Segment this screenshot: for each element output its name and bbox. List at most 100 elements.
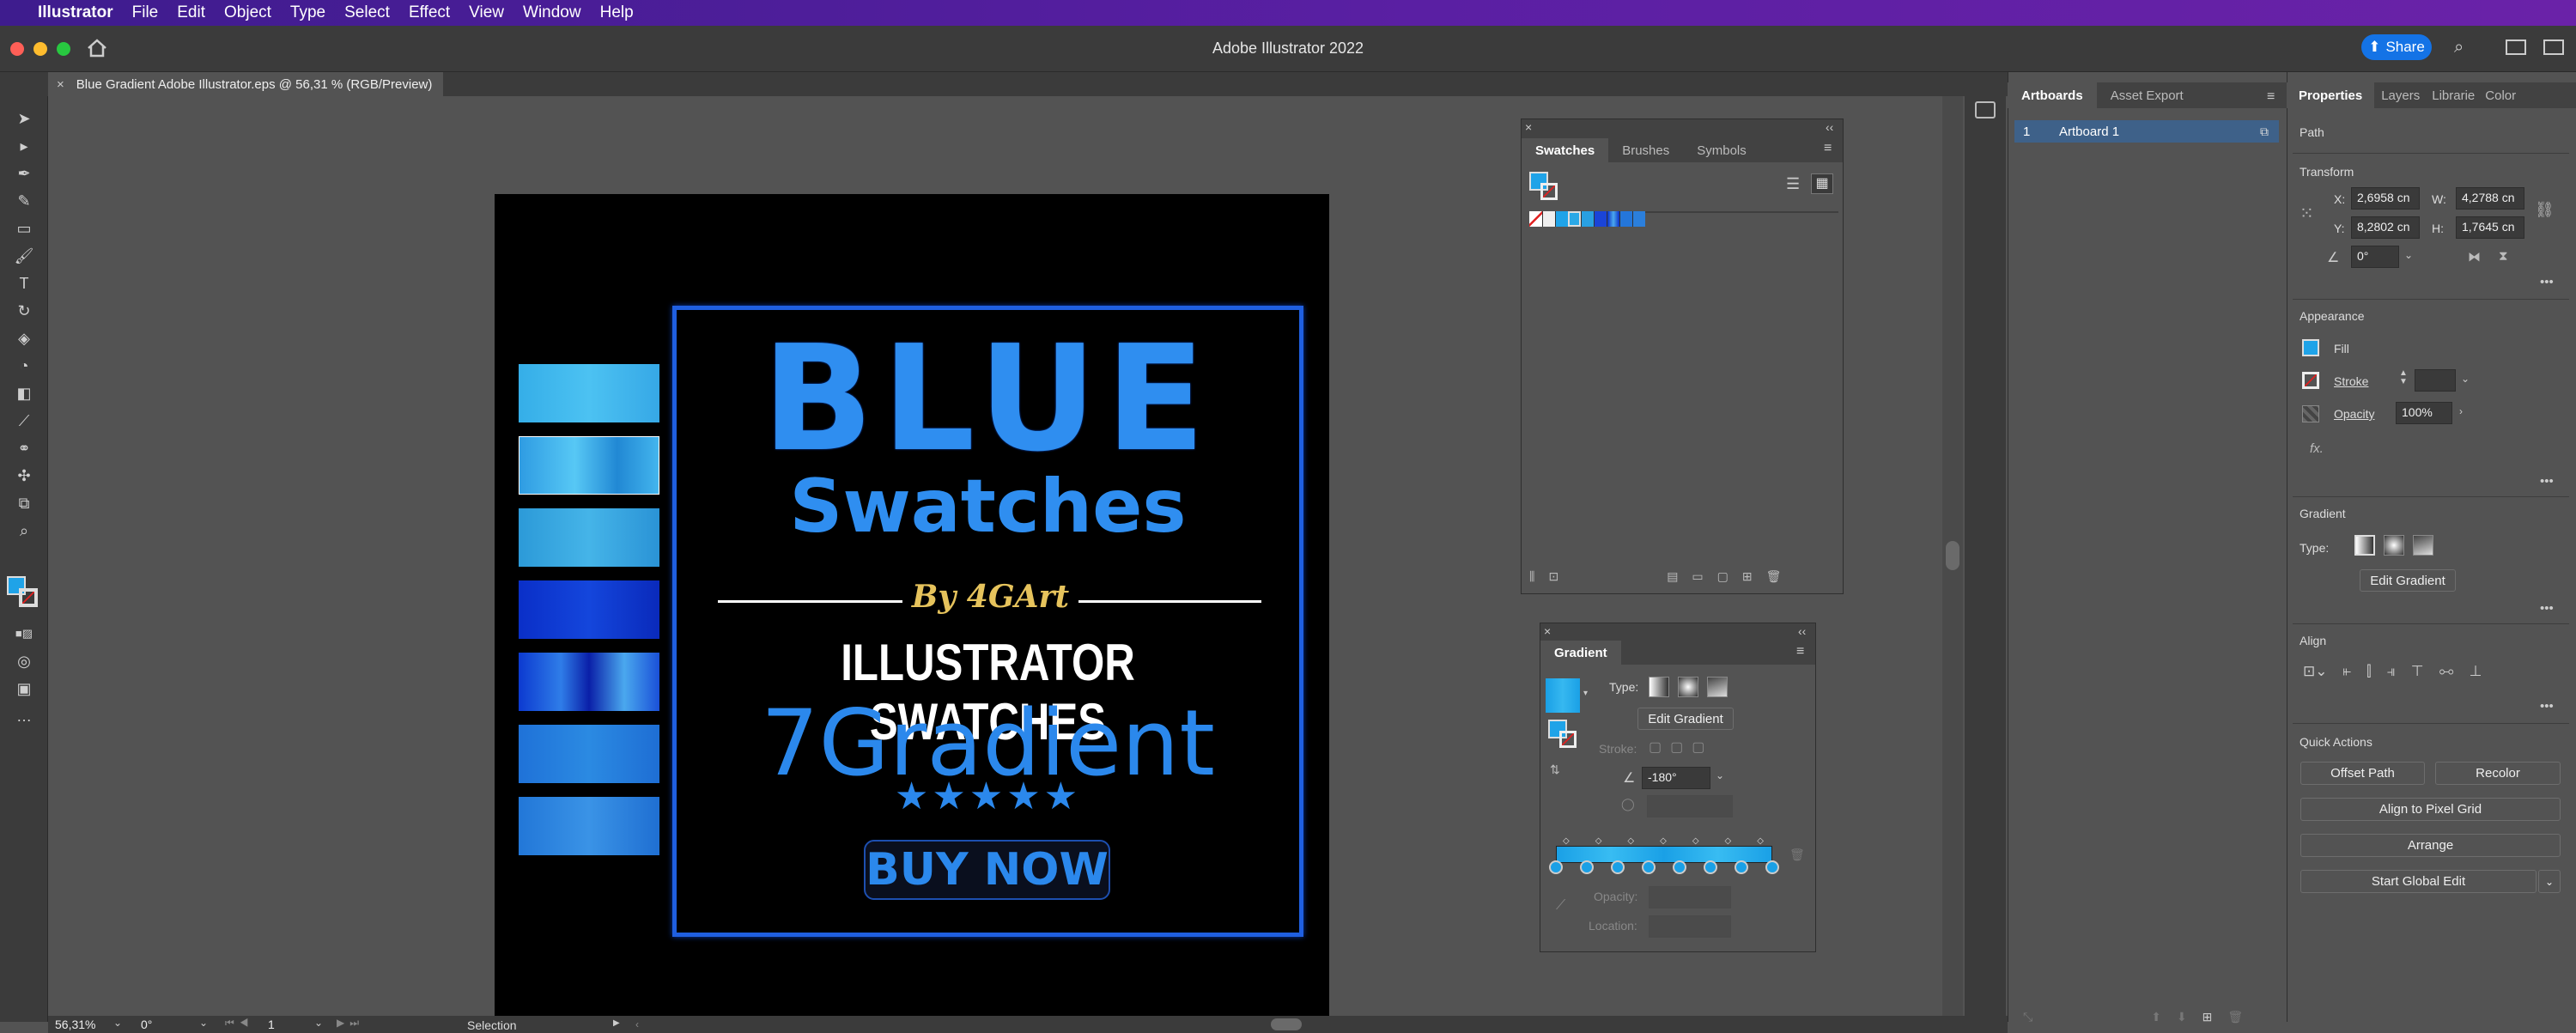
gradient-angle-field[interactable]: -180° (1642, 767, 1710, 789)
tab-symbols[interactable]: Symbols (1683, 138, 1760, 162)
x-field[interactable]: 2,6958 cn (2351, 187, 2420, 210)
swatch-blue-5[interactable] (1607, 211, 1619, 227)
props-edit-gradient-button[interactable]: Edit Gradient (2360, 569, 2456, 592)
artboard-tool-icon[interactable]: ⧉ (11, 492, 37, 514)
horizontal-scroll-thumb[interactable] (1271, 1018, 1302, 1030)
vertical-scroll-thumb[interactable] (1946, 541, 1959, 570)
arrange-button[interactable]: Arrange (2300, 834, 2561, 857)
freeform-gradient-icon[interactable] (1707, 677, 1728, 697)
rotate-view-dropdown-icon[interactable]: ⌄ (199, 1017, 208, 1029)
props-linear-gradient-icon[interactable] (2354, 535, 2375, 556)
align-right-icon[interactable]: ⫣ (2387, 663, 2396, 680)
constrain-proportions-icon[interactable]: ⛓ (2535, 201, 2555, 219)
artboard-name[interactable]: Artboard 1 (2059, 125, 2119, 139)
folder-icon[interactable]: ▢ (1717, 569, 1728, 584)
artboard-number-field[interactable]: 1 (264, 1018, 313, 1033)
collapse-panel-icon[interactable]: ‹‹ (1826, 120, 1833, 134)
gradient-stops[interactable] (1549, 860, 1779, 878)
menu-select[interactable]: Select (344, 3, 390, 22)
opacity-arrow-icon[interactable]: › (2459, 405, 2463, 417)
draw-mode-icon[interactable]: ◎ (11, 650, 37, 672)
arrange-documents-icon[interactable] (2506, 39, 2526, 55)
close-tab-icon[interactable]: × (57, 77, 64, 92)
gradient-preset-dropdown-icon[interactable]: ▾ (1583, 689, 1588, 698)
h-field[interactable]: 1,7645 cn (2456, 216, 2524, 239)
tab-color[interactable]: Color (2480, 82, 2521, 108)
reference-point-icon[interactable]: ⁙ (2300, 203, 2322, 225)
align-left-icon[interactable]: ⫦ (2343, 663, 2352, 680)
offset-path-button[interactable]: Offset Path (2300, 762, 2425, 785)
pen-tool-icon[interactable]: ✒ (11, 162, 37, 185)
menu-edit[interactable]: Edit (177, 3, 205, 22)
search-icon[interactable]: ⌕ (2454, 38, 2464, 58)
zoom-dropdown-icon[interactable]: ⌄ (113, 1017, 122, 1029)
new-artboard-icon[interactable]: ⊞ (2202, 1010, 2213, 1024)
paintbrush-tool-icon[interactable]: 🖌 (11, 245, 37, 267)
direct-selection-tool-icon[interactable]: ▸ (11, 135, 37, 157)
swatch-bar-3[interactable] (519, 508, 659, 567)
props-radial-gradient-icon[interactable] (2384, 535, 2404, 556)
stroke-weight-stepper[interactable]: ▲ ▼ (2399, 369, 2408, 386)
warp-tool-icon[interactable]: ◔ (11, 355, 37, 377)
current-tool-status[interactable]: Selection (467, 1018, 517, 1032)
recolor-button[interactable]: Recolor (2435, 762, 2561, 785)
tab-layers[interactable]: Layers (2374, 82, 2427, 108)
swatch-blue-6[interactable] (1619, 211, 1632, 227)
menu-object[interactable]: Object (224, 3, 271, 22)
blend-tool-icon[interactable]: ⚭ (11, 437, 37, 459)
flip-vertical-icon[interactable]: ⧗ (2499, 249, 2508, 264)
minimize-window-button[interactable] (33, 42, 47, 56)
tab-properties[interactable]: Properties (2287, 82, 2375, 108)
artboard-row[interactable]: 1 Artboard 1 ⧉ (2014, 120, 2279, 143)
global-edit-dropdown-icon[interactable]: ⌄ (2538, 870, 2561, 893)
opacity-label[interactable]: Opacity (2334, 407, 2374, 421)
share-button[interactable]: ⬆ Share (2361, 34, 2432, 60)
swatch-bar-1[interactable] (519, 364, 659, 422)
menu-help[interactable]: Help (600, 3, 634, 22)
align-bottom-icon[interactable]: ⊥ (2470, 663, 2482, 680)
swatch-blue-1[interactable] (1555, 211, 1568, 227)
selection-bounding-box[interactable] (519, 436, 659, 495)
rectangle-tool-icon[interactable]: ▭ (11, 217, 37, 240)
artboard-dropdown-icon[interactable]: ⌄ (314, 1017, 323, 1029)
zoom-window-button[interactable] (57, 42, 70, 56)
stroke-weight-dropdown-icon[interactable]: ⌄ (2461, 373, 2470, 385)
symbol-sprayer-tool-icon[interactable]: ✣ (11, 465, 37, 487)
align-hcenter-icon[interactable]: ⫿ (2366, 663, 2371, 680)
swatch-registration[interactable] (1542, 211, 1555, 227)
comments-icon[interactable] (1975, 101, 1996, 118)
appearance-more-icon[interactable]: ••• (2540, 474, 2554, 489)
panel-menu-icon[interactable]: ≡ (1824, 141, 1832, 156)
new-swatch-icon[interactable]: ⊞ (1742, 569, 1753, 584)
w-field[interactable]: 4,2788 cn (2456, 187, 2524, 210)
start-global-edit-button[interactable]: Start Global Edit (2300, 870, 2537, 893)
swatch-bar-5[interactable] (519, 653, 659, 711)
zoom-field[interactable]: 56,31% (52, 1018, 108, 1033)
gradient-preview-swatch[interactable] (1546, 678, 1580, 713)
menu-window[interactable]: Window (523, 3, 581, 22)
swatch-row[interactable] (1529, 211, 1675, 228)
tab-brushes[interactable]: Brushes (1608, 138, 1683, 162)
swatch-bar-4[interactable] (519, 580, 659, 639)
appearance-fill-swatch[interactable] (2302, 339, 2319, 356)
eraser-tool-icon[interactable]: ◈ (11, 327, 37, 349)
menu-file[interactable]: File (132, 3, 159, 22)
tab-libraries[interactable]: Librarie (2427, 82, 2480, 108)
eyedropper-tool-icon[interactable]: ⟋ (11, 410, 37, 432)
collapse-gradient-panel-icon[interactable]: ‹‹ (1798, 624, 1806, 638)
list-view-icon[interactable]: ☰ (1786, 175, 1800, 193)
selection-tool-icon[interactable]: ➤ (11, 107, 37, 130)
align-top-icon[interactable]: ⊤ (2411, 663, 2424, 680)
swatch-blue-3[interactable] (1581, 211, 1594, 227)
curvature-tool-icon[interactable]: ✎ (11, 190, 37, 212)
close-gradient-panel-icon[interactable]: × (1544, 624, 1551, 638)
new-color-group-icon[interactable]: ▭ (1692, 569, 1703, 584)
gradient-more-icon[interactable]: ••• (2540, 601, 2554, 616)
props-freeform-gradient-icon[interactable] (2413, 535, 2433, 556)
appearance-stroke-swatch[interactable] (2302, 372, 2319, 389)
gradient-panel-edit-button[interactable]: Edit Gradient (1637, 708, 1734, 730)
color-mode-icon[interactable]: ■▨ (11, 623, 37, 645)
close-window-button[interactable] (10, 42, 24, 56)
menu-type[interactable]: Type (290, 3, 325, 22)
type-tool-icon[interactable]: T (11, 272, 37, 295)
